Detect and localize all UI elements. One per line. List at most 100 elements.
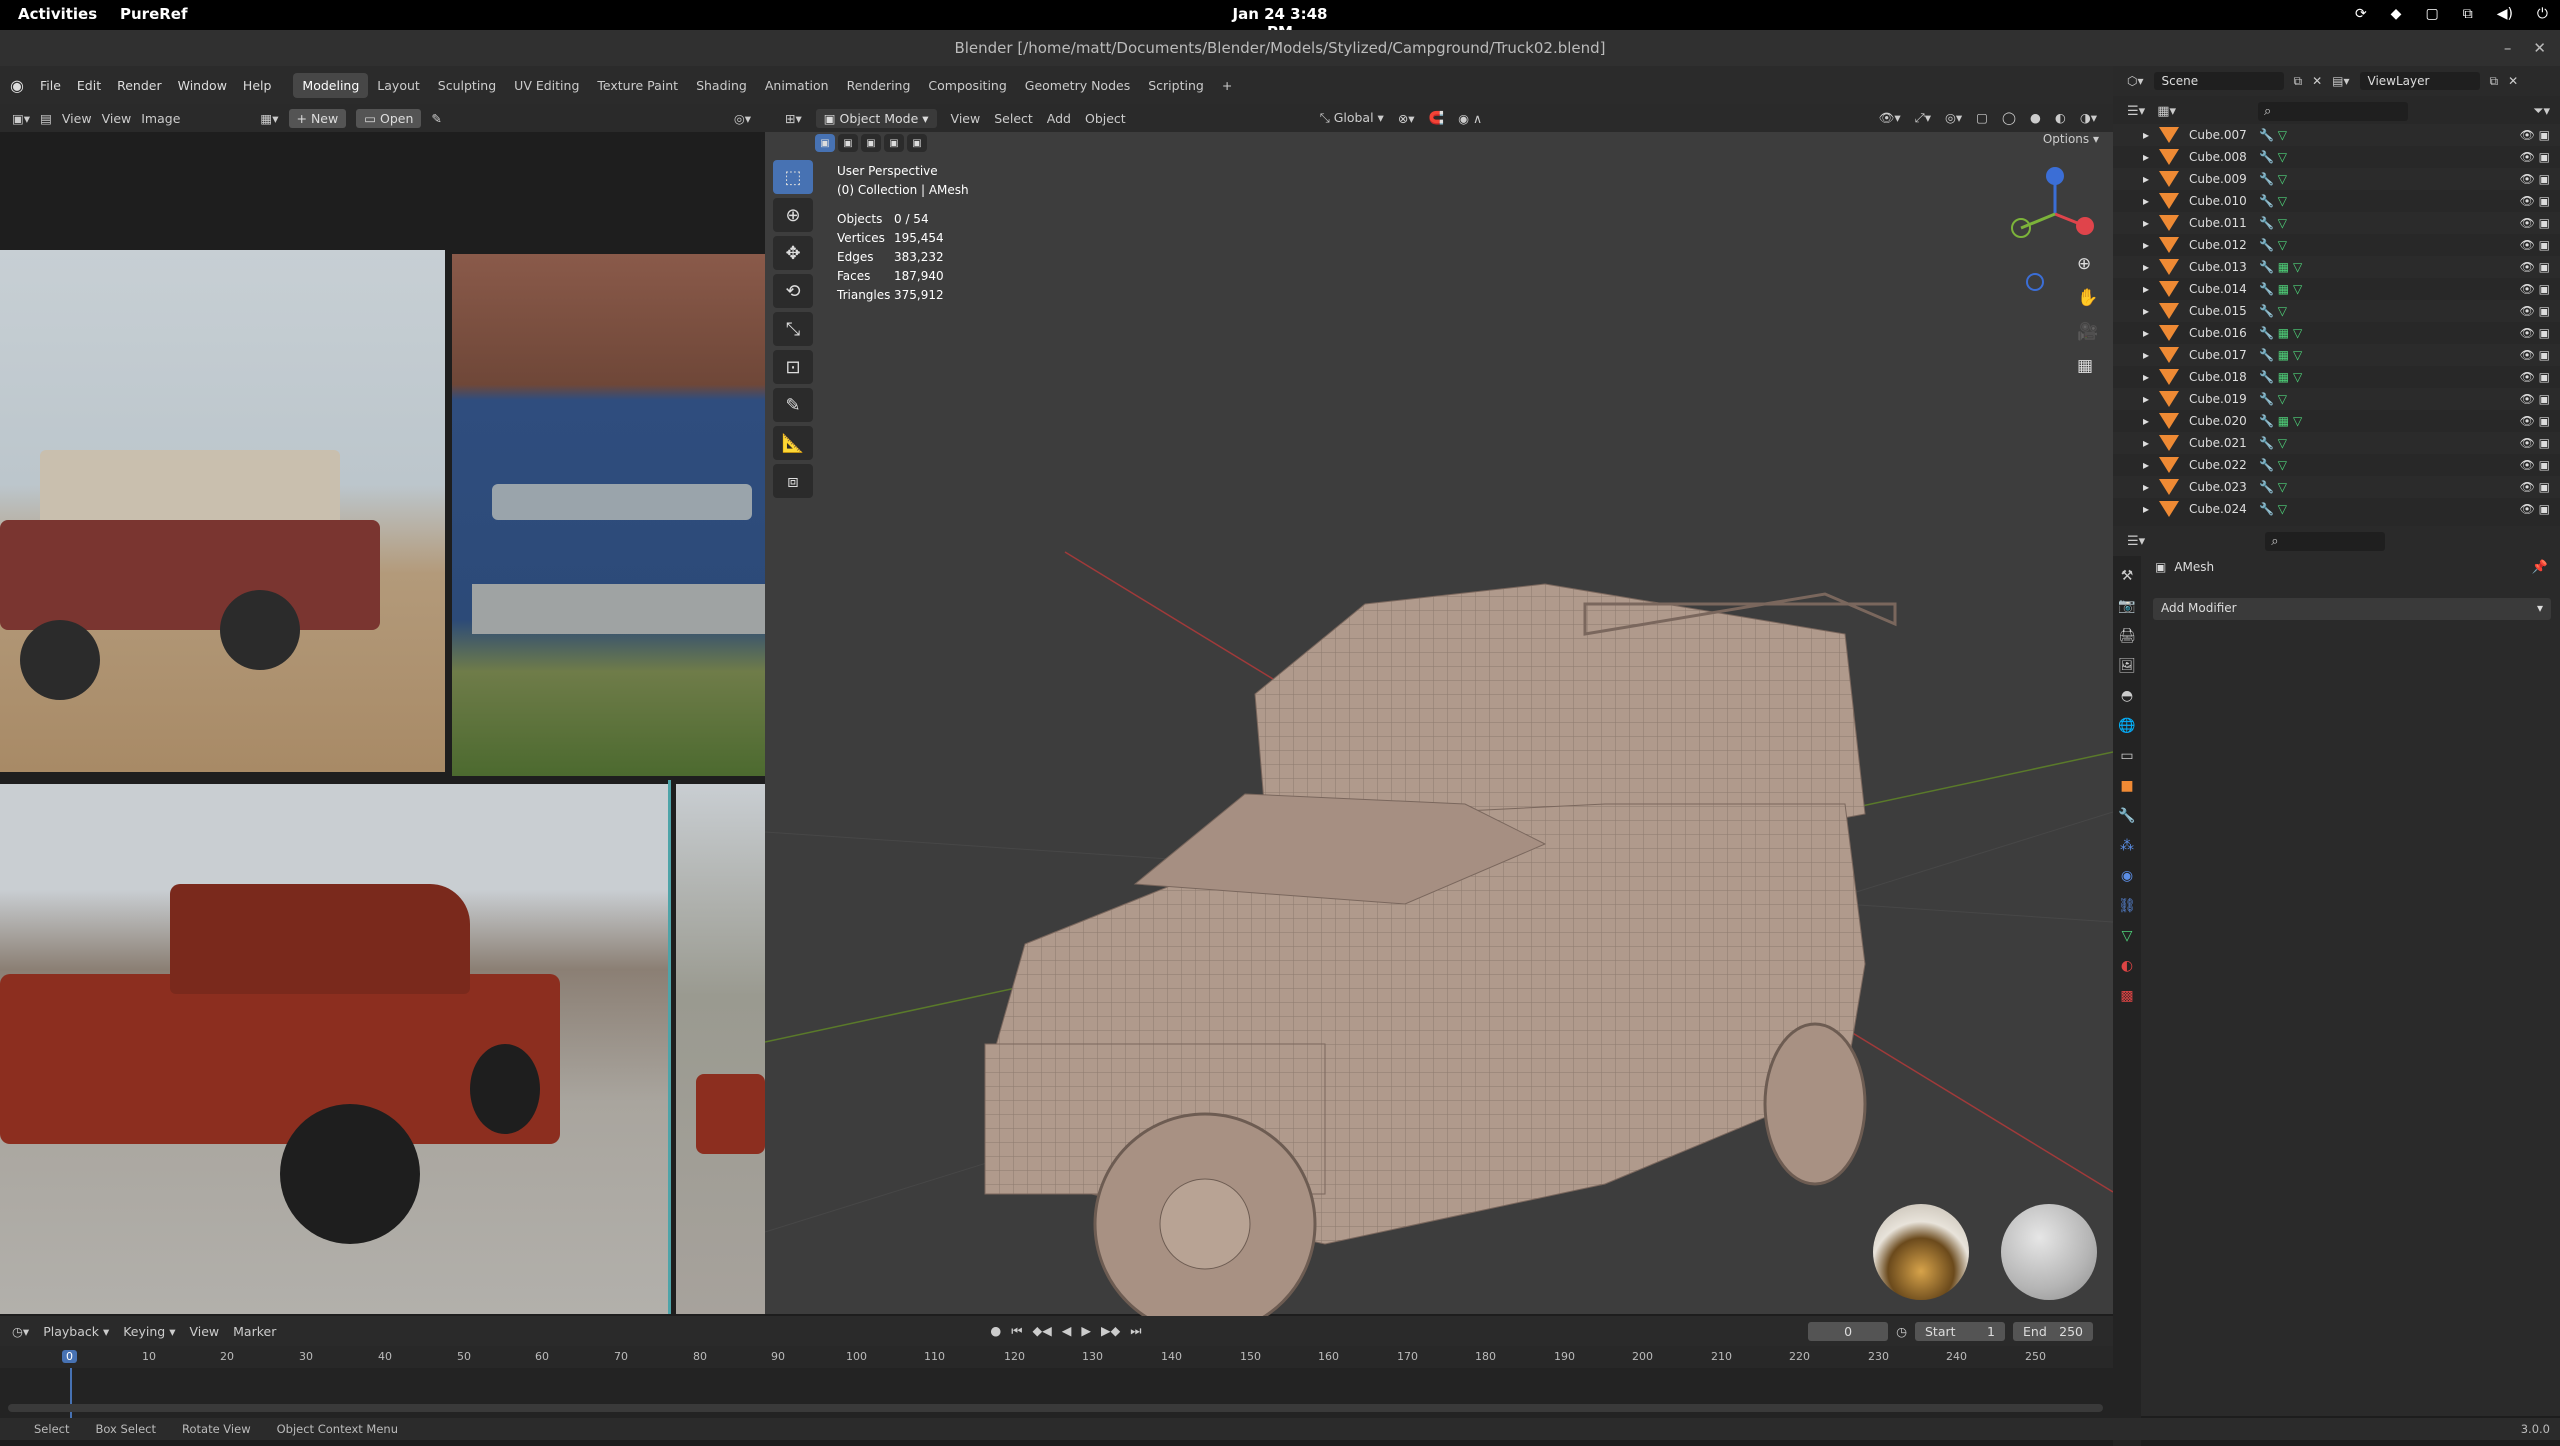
- outliner-row[interactable]: ▸ Cube.017 🔧 ▦ ▽ 👁 ▣: [2113, 344, 2560, 366]
- record-icon[interactable]: ●: [990, 1323, 1001, 1339]
- jump-end-icon[interactable]: ⏭: [1130, 1323, 1141, 1339]
- 3d-viewport[interactable]: ⊞▾ ▣ Object Mode ▾ View Select Add Objec…: [765, 104, 2113, 1336]
- prev-keyframe-icon[interactable]: ◆◀: [1033, 1323, 1052, 1339]
- delete-viewlayer-icon[interactable]: ✕: [2508, 74, 2518, 88]
- material-tab-icon[interactable]: ◐: [2121, 958, 2133, 974]
- eye-icon[interactable]: 👁 ▣: [2520, 194, 2550, 208]
- shading-solid-icon[interactable]: ●: [2030, 110, 2041, 126]
- outliner-row[interactable]: ▸ Cube.016 🔧 ▦ ▽ 👁 ▣: [2113, 322, 2560, 344]
- browse-image-icon[interactable]: ▦▾: [260, 111, 278, 126]
- eye-icon[interactable]: 👁 ▣: [2520, 392, 2550, 406]
- end-frame-field[interactable]: End 250: [2013, 1321, 2093, 1341]
- view-layer-tab-icon[interactable]: 🖼: [2118, 658, 2136, 674]
- clipboard-icon[interactable]: ▢: [2425, 6, 2438, 22]
- outliner-row[interactable]: ▸ Cube.011 🔧 ▽ 👁 ▣: [2113, 212, 2560, 234]
- reference-photo-cropped[interactable]: [676, 784, 765, 1314]
- menu-image[interactable]: Image: [141, 111, 180, 126]
- outliner-search-input[interactable]: ⌕: [2258, 101, 2408, 121]
- menu-add[interactable]: Add: [1047, 111, 1071, 126]
- outliner-row[interactable]: ▸ Cube.024 🔧 ▽ 👁 ▣: [2113, 498, 2560, 520]
- snap-icon[interactable]: 🧲: [1429, 110, 1445, 126]
- pin-icon[interactable]: 📌: [2532, 560, 2548, 575]
- texture-tab-icon[interactable]: ▩: [2120, 988, 2133, 1004]
- properties-search-input[interactable]: ⌕: [2265, 531, 2386, 551]
- gizmo-toggle-icon[interactable]: ⤢▾: [1915, 110, 1931, 126]
- outliner-row[interactable]: ▸ Cube.020 🔧 ▦ ▽ 👁 ▣: [2113, 410, 2560, 432]
- reference-photo-truck-camper[interactable]: [0, 250, 445, 772]
- add-modifier-dropdown[interactable]: Add Modifier ▾: [2153, 598, 2551, 620]
- outliner-row[interactable]: ▸ Cube.008 🔧 ▽ 👁 ▣: [2113, 146, 2560, 168]
- play-reverse-icon[interactable]: ◀: [1062, 1323, 1072, 1339]
- world-tab-icon[interactable]: 🌐: [2118, 718, 2135, 734]
- activities-button[interactable]: Activities: [18, 5, 97, 23]
- object-tab-icon[interactable]: ■: [2120, 778, 2133, 794]
- open-image-button[interactable]: ▭ Open: [356, 108, 422, 128]
- new-image-button[interactable]: + New: [288, 108, 347, 128]
- tab-modeling[interactable]: Modeling: [293, 72, 369, 98]
- frame-ruler[interactable]: 0 10 20 30 40 50 60 70 80 90 100 110 120…: [0, 1346, 2113, 1368]
- current-frame-field[interactable]: 0: [1808, 1321, 1889, 1341]
- eye-icon[interactable]: 👁 ▣: [2520, 128, 2550, 142]
- scene-selector[interactable]: Scene: [2153, 72, 2284, 90]
- display-mode-icon[interactable]: ▦▾: [2157, 104, 2176, 119]
- outliner-row[interactable]: ▸ Cube.021 🔧 ▽ 👁 ▣: [2113, 432, 2560, 454]
- delete-scene-icon[interactable]: ✕: [2312, 74, 2322, 88]
- tab-sculpting[interactable]: Sculpting: [429, 73, 505, 98]
- shading-rendered-icon[interactable]: ◑▾: [2080, 110, 2097, 126]
- outliner-row[interactable]: ▸ Cube.018 🔧 ▦ ▽ 👁 ▣: [2113, 366, 2560, 388]
- eye-icon[interactable]: 👁 ▣: [2520, 370, 2550, 384]
- eye-icon[interactable]: 👁 ▣: [2520, 260, 2550, 274]
- menu-render[interactable]: Render: [109, 78, 170, 93]
- next-keyframe-icon[interactable]: ▶◆: [1101, 1323, 1120, 1339]
- jump-start-icon[interactable]: ⏮: [1011, 1323, 1022, 1339]
- menu-playback[interactable]: Playback ▾: [43, 1324, 109, 1339]
- mode-dropdown[interactable]: ▣ Object Mode ▾: [815, 108, 937, 128]
- tab-geometry-nodes[interactable]: Geometry Nodes: [1016, 73, 1139, 98]
- pin-icon[interactable]: ✎: [431, 111, 441, 126]
- tab-animation[interactable]: Animation: [756, 73, 838, 98]
- particles-tab-icon[interactable]: ⁂: [2120, 838, 2134, 854]
- outliner-row[interactable]: ▸ Cube.022 🔧 ▽ 👁 ▣: [2113, 454, 2560, 476]
- eye-icon[interactable]: 👁 ▣: [2520, 150, 2550, 164]
- visibility-icon[interactable]: 👁▾: [1879, 110, 1901, 126]
- menu-object[interactable]: Object: [1085, 111, 1126, 126]
- eye-icon[interactable]: 👁 ▣: [2520, 282, 2550, 296]
- shading-wireframe-icon[interactable]: ◯: [2002, 110, 2016, 126]
- physics-tab-icon[interactable]: ◉: [2121, 868, 2133, 884]
- tab-shading[interactable]: Shading: [687, 73, 756, 98]
- menu-view[interactable]: View: [62, 111, 92, 126]
- xray-icon[interactable]: ▢: [1976, 110, 1988, 126]
- eye-icon[interactable]: 👁 ▣: [2520, 326, 2550, 340]
- tab-compositing[interactable]: Compositing: [919, 73, 1015, 98]
- filter-icon[interactable]: ⏷▾: [2533, 104, 2550, 119]
- eye-icon[interactable]: 👁 ▣: [2520, 436, 2550, 450]
- overlay-toggle-icon[interactable]: ◎▾: [1945, 110, 1962, 126]
- outliner-type-icon[interactable]: ☰▾: [2127, 104, 2145, 119]
- outliner-row[interactable]: ▸ Cube.012 🔧 ▽ 👁 ▣: [2113, 234, 2560, 256]
- outliner-row[interactable]: ▸ Cube.023 🔧 ▽ 👁 ▣: [2113, 476, 2560, 498]
- tab-scripting[interactable]: Scripting: [1139, 73, 1213, 98]
- outliner-row[interactable]: ▸ Cube.010 🔧 ▽ 👁 ▣: [2113, 190, 2560, 212]
- timeline-scrollbar[interactable]: [8, 1404, 2103, 1412]
- scene-icon[interactable]: ⬡▾: [2127, 74, 2144, 88]
- shading-material-icon[interactable]: ◐: [2055, 110, 2066, 126]
- outliner-row[interactable]: ▸ Cube.013 🔧 ▦ ▽ 👁 ▣: [2113, 256, 2560, 278]
- new-scene-icon[interactable]: ⧉: [2294, 74, 2303, 89]
- blender-logo-icon[interactable]: ◉: [0, 76, 32, 95]
- menu-window[interactable]: Window: [170, 78, 235, 93]
- viewlayer-icon[interactable]: ▤▾: [2332, 74, 2349, 88]
- eye-icon[interactable]: 👁 ▣: [2520, 172, 2550, 186]
- tool-tab-icon[interactable]: ⚒: [2121, 568, 2134, 584]
- play-icon[interactable]: ▶: [1081, 1323, 1091, 1339]
- output-tab-icon[interactable]: 🖨: [2118, 628, 2136, 644]
- menu-view-2[interactable]: View: [102, 111, 132, 126]
- reference-photo-tailgate[interactable]: [452, 254, 765, 776]
- menu-view[interactable]: View: [951, 111, 981, 126]
- editor-type-icon[interactable]: ◷▾: [12, 1324, 29, 1339]
- gizmo-icon[interactable]: ◎▾: [734, 111, 751, 126]
- editor-type-icon[interactable]: ⊞▾: [785, 111, 802, 126]
- eye-icon[interactable]: 👁 ▣: [2520, 502, 2550, 516]
- outliner-row[interactable]: ▸ Cube.019 🔧 ▽ 👁 ▣: [2113, 388, 2560, 410]
- eye-icon[interactable]: 👁 ▣: [2520, 480, 2550, 494]
- system-tray[interactable]: ⟳ ◆ ▢ ⧉ ◀) ⏻: [2355, 6, 2548, 22]
